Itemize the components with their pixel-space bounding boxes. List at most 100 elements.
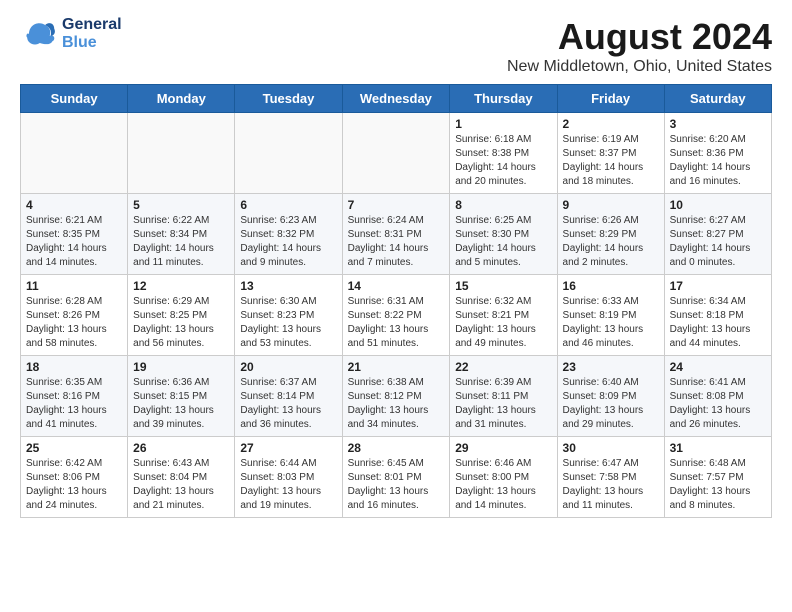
day-number: 21 [348,360,445,374]
calendar-cell: 2 Sunrise: 6:19 AM Sunset: 8:37 PM Daylig… [557,113,664,194]
day-info: Sunrise: 6:48 AM Sunset: 7:57 PM Dayligh… [670,457,766,513]
day-info: Sunrise: 6:36 AM Sunset: 8:15 PM Dayligh… [133,376,229,432]
calendar-cell: 18 Sunrise: 6:35 AM Sunset: 8:16 PM Dayli… [21,356,128,437]
calendar-cell: 1 Sunrise: 6:18 AM Sunset: 8:38 PM Daylig… [450,113,557,194]
day-header-monday: Monday [128,85,235,113]
day-header-tuesday: Tuesday [235,85,342,113]
page-title: August 2024 [507,16,772,58]
day-number: 15 [455,279,551,293]
day-info: Sunrise: 6:19 AM Sunset: 8:37 PM Dayligh… [563,133,659,189]
day-number: 24 [670,360,766,374]
calendar-cell: 28Sunrise: 6:45 AM Sunset: 8:01 PM Dayli… [342,437,450,518]
day-number: 14 [348,279,445,293]
day-number: 19 [133,360,229,374]
calendar-cell: 26 Sunrise: 6:43 AM Sunset: 8:04 PM Dayli… [128,437,235,518]
calendar-cell: 16Sunrise: 6:33 AM Sunset: 8:19 PM Dayli… [557,275,664,356]
day-number: 13 [240,279,336,293]
calendar-cell: 24 Sunrise: 6:41 AM Sunset: 8:08 PM Dayli… [664,356,771,437]
page-subtitle: New Middletown, Ohio, United States [507,58,772,76]
calendar-cell: 22 Sunrise: 6:39 AM Sunset: 8:11 PM Dayli… [450,356,557,437]
day-number: 18 [26,360,122,374]
calendar-cell: 12Sunrise: 6:29 AM Sunset: 8:25 PM Dayli… [128,275,235,356]
day-info: Sunrise: 6:40 AM Sunset: 8:09 PM Dayligh… [563,376,659,432]
day-header-friday: Friday [557,85,664,113]
day-info: Sunrise: 6:30 AM Sunset: 8:23 PM Dayligh… [240,295,336,351]
day-number: 6 [240,198,336,212]
day-info: Sunrise: 6:21 AM Sunset: 8:35 PM Dayligh… [26,214,122,270]
day-number: 11 [26,279,122,293]
calendar-cell: 30 Sunrise: 6:47 AM Sunset: 7:58 PM Dayli… [557,437,664,518]
day-info: Sunrise: 6:25 AM Sunset: 8:30 PM Dayligh… [455,214,551,270]
day-number: 23 [563,360,659,374]
calendar-header-row: SundayMondayTuesdayWednesdayThursdayFrid… [21,85,772,113]
day-header-saturday: Saturday [664,85,771,113]
day-info: Sunrise: 6:24 AM Sunset: 8:31 PM Dayligh… [348,214,445,270]
calendar-week-row: 11 Sunrise: 6:28 AM Sunset: 8:26 PM Dayli… [21,275,772,356]
calendar-cell: 10 Sunrise: 6:27 AM Sunset: 8:27 PM Dayli… [664,194,771,275]
day-info: Sunrise: 6:44 AM Sunset: 8:03 PM Dayligh… [240,457,336,513]
calendar-week-row: 18 Sunrise: 6:35 AM Sunset: 8:16 PM Dayli… [21,356,772,437]
calendar-cell: 7 Sunrise: 6:24 AM Sunset: 8:31 PM Daylig… [342,194,450,275]
day-number: 26 [133,441,229,455]
day-info: Sunrise: 6:35 AM Sunset: 8:16 PM Dayligh… [26,376,122,432]
logo: General Blue [20,16,122,52]
calendar-week-row: 4Sunrise: 6:21 AM Sunset: 8:35 PM Daylig… [21,194,772,275]
title-area: August 2024 New Middletown, Ohio, United… [507,16,772,76]
calendar-cell [21,113,128,194]
day-info: Sunrise: 6:38 AM Sunset: 8:12 PM Dayligh… [348,376,445,432]
calendar-cell: 21 Sunrise: 6:38 AM Sunset: 8:12 PM Dayli… [342,356,450,437]
calendar-cell: 14 Sunrise: 6:31 AM Sunset: 8:22 PM Dayli… [342,275,450,356]
day-info: Sunrise: 6:26 AM Sunset: 8:29 PM Dayligh… [563,214,659,270]
day-info: Sunrise: 6:37 AM Sunset: 8:14 PM Dayligh… [240,376,336,432]
header: General Blue August 2024 New Middletown,… [20,16,772,76]
day-number: 7 [348,198,445,212]
calendar-cell: 8 Sunrise: 6:25 AM Sunset: 8:30 PM Daylig… [450,194,557,275]
calendar-cell: 9 Sunrise: 6:26 AM Sunset: 8:29 PM Daylig… [557,194,664,275]
day-number: 30 [563,441,659,455]
day-number: 12 [133,279,229,293]
calendar-cell [235,113,342,194]
day-info: Sunrise: 6:47 AM Sunset: 7:58 PM Dayligh… [563,457,659,513]
day-info: Sunrise: 6:34 AM Sunset: 8:18 PM Dayligh… [670,295,766,351]
calendar-cell: 6 Sunrise: 6:23 AM Sunset: 8:32 PM Daylig… [235,194,342,275]
day-info: Sunrise: 6:43 AM Sunset: 8:04 PM Dayligh… [133,457,229,513]
day-number: 5 [133,198,229,212]
calendar-cell: 13 Sunrise: 6:30 AM Sunset: 8:23 PM Dayli… [235,275,342,356]
day-info: Sunrise: 6:18 AM Sunset: 8:38 PM Dayligh… [455,133,551,189]
day-number: 8 [455,198,551,212]
day-info: Sunrise: 6:39 AM Sunset: 8:11 PM Dayligh… [455,376,551,432]
day-number: 1 [455,117,551,131]
calendar-cell: 11 Sunrise: 6:28 AM Sunset: 8:26 PM Dayli… [21,275,128,356]
day-info: Sunrise: 6:46 AM Sunset: 8:00 PM Dayligh… [455,457,551,513]
day-number: 22 [455,360,551,374]
calendar-cell: 15 Sunrise: 6:32 AM Sunset: 8:21 PM Dayli… [450,275,557,356]
day-info: Sunrise: 6:23 AM Sunset: 8:32 PM Dayligh… [240,214,336,270]
day-info: Sunrise: 6:31 AM Sunset: 8:22 PM Dayligh… [348,295,445,351]
day-header-sunday: Sunday [21,85,128,113]
day-header-wednesday: Wednesday [342,85,450,113]
day-info: Sunrise: 6:22 AM Sunset: 8:34 PM Dayligh… [133,214,229,270]
calendar-cell: 3Sunrise: 6:20 AM Sunset: 8:36 PM Daylig… [664,113,771,194]
day-info: Sunrise: 6:28 AM Sunset: 8:26 PM Dayligh… [26,295,122,351]
calendar-cell [342,113,450,194]
day-number: 10 [670,198,766,212]
day-info: Sunrise: 6:41 AM Sunset: 8:08 PM Dayligh… [670,376,766,432]
day-number: 17 [670,279,766,293]
calendar-week-row: 1 Sunrise: 6:18 AM Sunset: 8:38 PM Daylig… [21,113,772,194]
day-number: 27 [240,441,336,455]
day-number: 2 [563,117,659,131]
day-number: 29 [455,441,551,455]
day-info: Sunrise: 6:33 AM Sunset: 8:19 PM Dayligh… [563,295,659,351]
calendar-cell: 25Sunrise: 6:42 AM Sunset: 8:06 PM Dayli… [21,437,128,518]
calendar-cell: 17 Sunrise: 6:34 AM Sunset: 8:18 PM Dayli… [664,275,771,356]
day-info: Sunrise: 6:32 AM Sunset: 8:21 PM Dayligh… [455,295,551,351]
calendar-cell: 29 Sunrise: 6:46 AM Sunset: 8:00 PM Dayli… [450,437,557,518]
calendar-cell: 4Sunrise: 6:21 AM Sunset: 8:35 PM Daylig… [21,194,128,275]
day-number: 31 [670,441,766,455]
day-number: 20 [240,360,336,374]
calendar-week-row: 25Sunrise: 6:42 AM Sunset: 8:06 PM Dayli… [21,437,772,518]
day-number: 9 [563,198,659,212]
calendar-table: SundayMondayTuesdayWednesdayThursdayFrid… [20,84,772,518]
day-info: Sunrise: 6:45 AM Sunset: 8:01 PM Dayligh… [348,457,445,513]
day-info: Sunrise: 6:27 AM Sunset: 8:27 PM Dayligh… [670,214,766,270]
